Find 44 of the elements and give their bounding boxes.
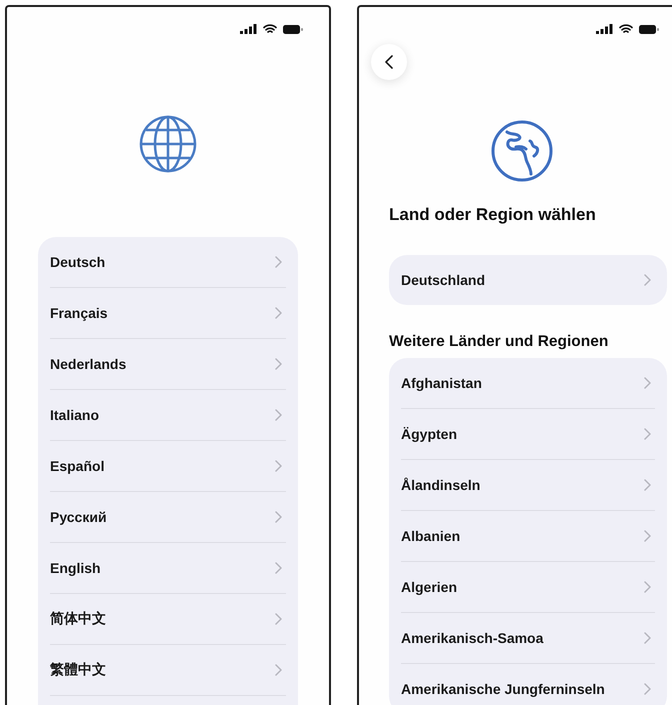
globe-icon: [139, 115, 197, 173]
chevron-icon: [275, 562, 282, 574]
language-option[interactable]: Français: [50, 288, 286, 339]
country-option[interactable]: Ålandinseln: [401, 460, 655, 511]
language-option[interactable]: Deutsch: [50, 237, 286, 288]
language-option[interactable]: Nederlands: [50, 339, 286, 390]
section-heading: Weitere Länder und Regionen: [389, 333, 610, 351]
chevron-icon: [644, 479, 651, 491]
language-option[interactable]: Italiano: [50, 390, 286, 441]
language-option[interactable]: English: [50, 543, 286, 594]
back-chevron-icon: [385, 55, 393, 69]
language-option[interactable]: Español: [50, 441, 286, 492]
chevron-icon: [644, 530, 651, 542]
country-option[interactable]: Ägypten: [401, 409, 655, 460]
language-option[interactable]: 简体中文: [50, 594, 286, 645]
country-option[interactable]: Amerikanische Jungferninseln: [401, 664, 655, 705]
language-option[interactable]: Русский: [50, 492, 286, 543]
chevron-icon: [275, 511, 282, 523]
chevron-icon: [275, 460, 282, 472]
back-button[interactable]: [371, 44, 407, 80]
battery-icon: [639, 24, 659, 34]
chevron-icon: [275, 307, 282, 319]
chevron-icon: [644, 428, 651, 440]
screen-title: Land oder Region wählen: [389, 205, 597, 225]
chevron-icon: [644, 274, 651, 286]
country-option[interactable]: Algerien: [401, 562, 655, 613]
battery-icon: [283, 24, 303, 34]
chevron-icon: [275, 664, 282, 676]
country-option[interactable]: Albanien: [401, 511, 655, 562]
language-option[interactable]: 繁體中文: [50, 645, 286, 696]
chevron-icon: [275, 256, 282, 268]
wifi-icon: [619, 24, 633, 34]
chevron-icon: [644, 632, 651, 644]
signal-icon: [596, 24, 613, 34]
chevron-icon: [275, 613, 282, 625]
chevron-icon: [275, 358, 282, 370]
wifi-icon: [263, 24, 277, 34]
chevron-icon: [644, 581, 651, 593]
chevron-icon: [644, 683, 651, 695]
country-option[interactable]: Afghanistan: [401, 358, 655, 409]
country-option[interactable]: Amerikanisch-Samoa: [401, 613, 655, 664]
chevron-icon: [644, 377, 651, 389]
signal-icon: [240, 24, 257, 34]
chevron-icon: [275, 409, 282, 421]
